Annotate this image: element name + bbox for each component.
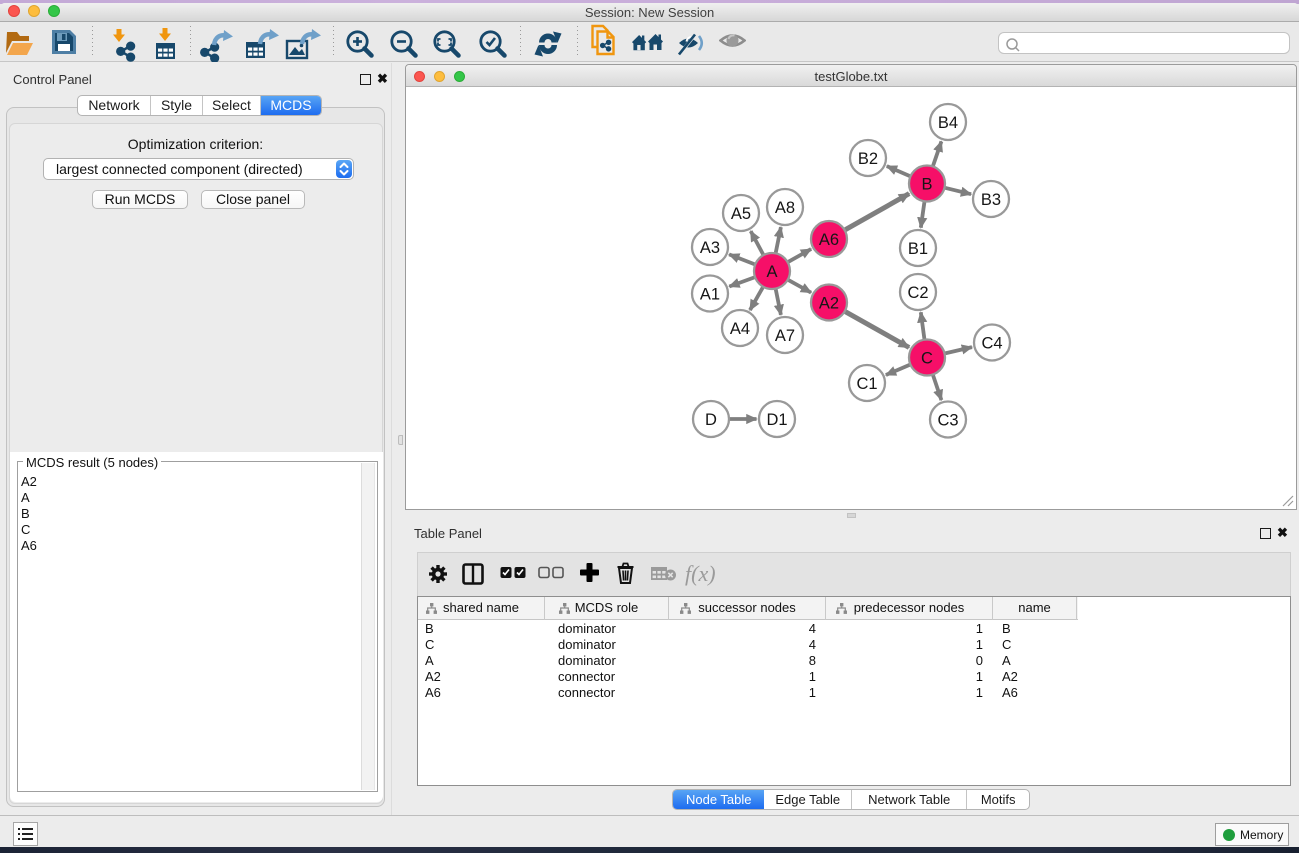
svg-text:C1: C1 xyxy=(856,375,877,393)
svg-text:B2: B2 xyxy=(858,150,878,168)
svg-text:B: B xyxy=(921,176,932,194)
svg-text:A6: A6 xyxy=(819,231,839,249)
svg-text:C4: C4 xyxy=(981,335,1002,353)
svg-text:A2: A2 xyxy=(819,295,839,313)
svg-text:D1: D1 xyxy=(766,411,787,429)
svg-text:C3: C3 xyxy=(937,412,958,430)
svg-text:C: C xyxy=(921,350,933,368)
svg-text:C2: C2 xyxy=(907,284,928,302)
svg-text:A1: A1 xyxy=(700,286,720,304)
svg-text:A4: A4 xyxy=(730,320,750,338)
svg-text:B3: B3 xyxy=(981,191,1001,209)
svg-text:A: A xyxy=(766,263,777,281)
svg-text:A7: A7 xyxy=(775,327,795,345)
svg-text:A5: A5 xyxy=(731,205,751,223)
svg-text:A8: A8 xyxy=(775,199,795,217)
svg-text:D: D xyxy=(705,411,717,429)
svg-text:A3: A3 xyxy=(700,239,720,257)
svg-text:B4: B4 xyxy=(938,114,958,132)
svg-text:B1: B1 xyxy=(908,240,928,258)
